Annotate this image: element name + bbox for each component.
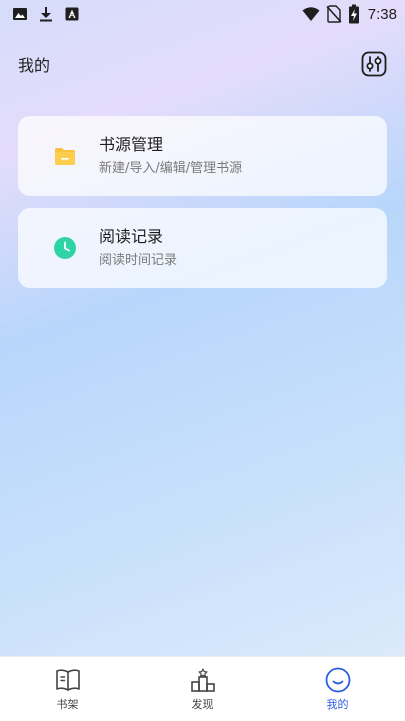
folder-icon [53,144,77,168]
menu-item-text: 书源管理 新建/导入/编辑/管理书源 [99,135,242,178]
header: 我的 [18,51,387,77]
podium-icon [189,666,217,694]
status-bar: 7:38 [0,0,405,28]
image-icon [12,6,28,22]
menu-item-text: 阅读记录 阅读时间记录 [99,227,177,270]
status-left [12,6,90,22]
bottom-nav: 书架 发现 我的 [0,656,405,721]
font-icon [64,6,80,22]
page-title: 我的 [18,56,51,75]
wifi-icon [302,6,320,22]
menu-item-subtitle: 阅读时间记录 [99,252,178,268]
book-icon [54,666,82,694]
settings-sliders-icon [361,51,387,77]
nav-item-bookshelf[interactable]: 书架 [28,666,108,712]
status-right: 7:38 [296,4,397,24]
settings-button[interactable] [361,51,387,77]
menu-item-reading-history[interactable]: 阅读记录 阅读时间记录 [18,208,387,288]
nav-item-discover[interactable]: 发现 [163,666,243,712]
nav-item-mine[interactable]: 我的 [298,666,378,712]
menu-item-source-management[interactable]: 书源管理 新建/导入/编辑/管理书源 [18,116,387,196]
menu-item-subtitle: 新建/导入/编辑/管理书源 [99,160,243,176]
smile-icon [324,666,352,694]
clock-icon [53,236,77,260]
nav-label: 书架 [56,698,79,711]
battery-charging-icon [348,4,360,24]
nav-label: 我的 [326,698,349,711]
status-time: 7:38 [367,5,397,23]
menu-item-title: 阅读记录 [99,226,164,246]
no-sim-icon [326,5,342,23]
nav-label: 发现 [191,698,214,711]
download-icon [38,6,54,22]
menu-item-title: 书源管理 [99,134,164,154]
